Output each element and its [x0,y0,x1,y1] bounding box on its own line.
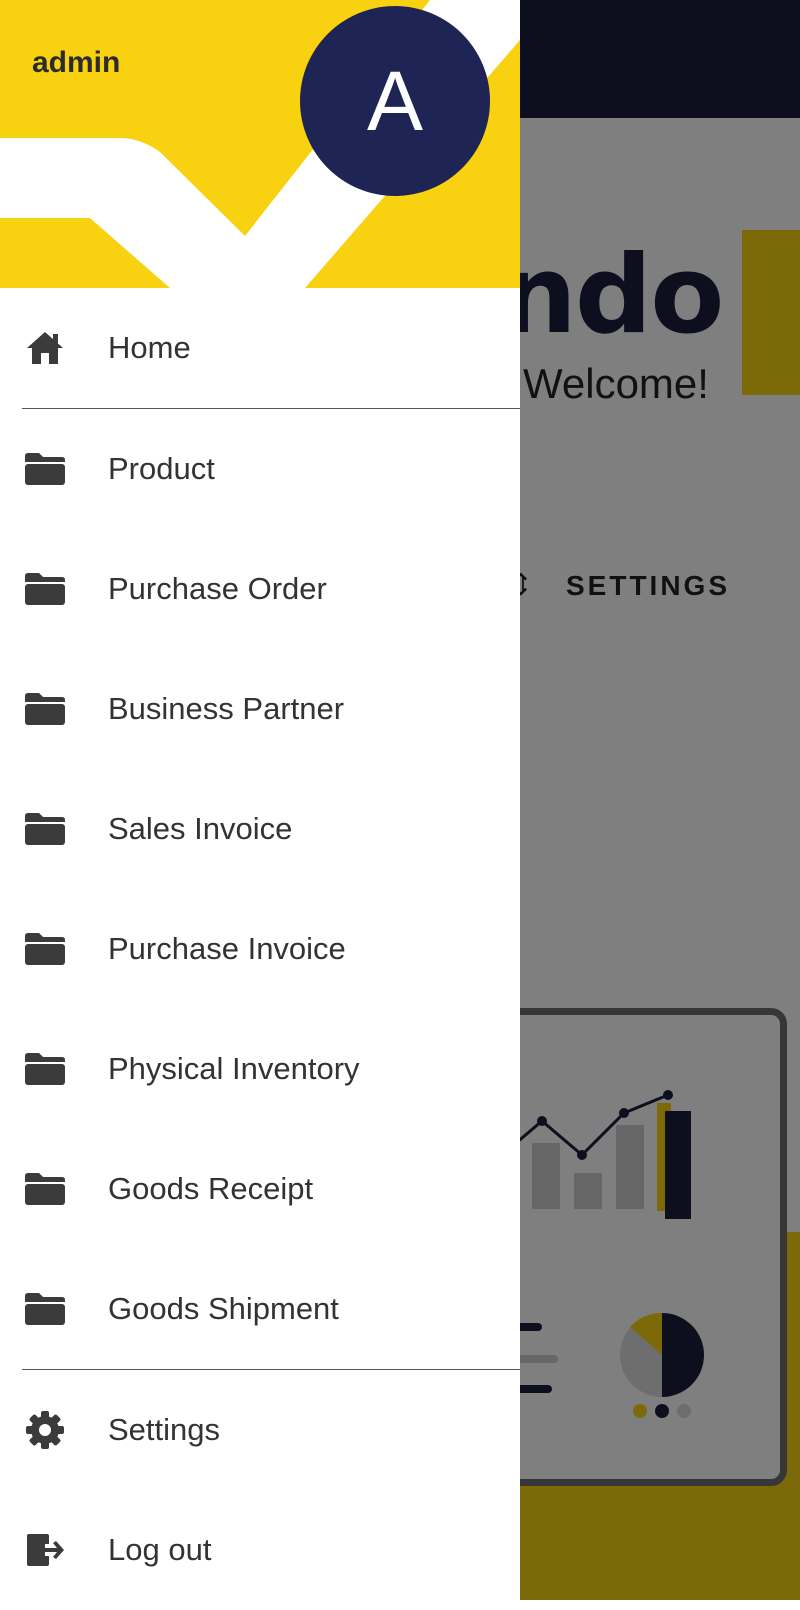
drawer-header: admin A [0,0,520,288]
menu-item-goods-receipt[interactable]: Goods Receipt [0,1129,520,1249]
menu-item-label: Log out [108,1532,212,1567]
menu-item-label: Goods Shipment [108,1291,339,1326]
menu-item-goods-shipment[interactable]: Goods Shipment [0,1249,520,1369]
menu-item-label: Goods Receipt [108,1171,314,1206]
menu-item-logout[interactable]: Log out [0,1490,520,1610]
folder-icon [22,686,68,732]
menu-item-physical-inventory[interactable]: Physical Inventory [0,1009,520,1129]
folder-icon [22,1286,68,1332]
menu-item-purchase-invoice[interactable]: Purchase Invoice [0,889,520,1009]
folder-icon [22,1166,68,1212]
menu-item-home[interactable]: Home [0,288,520,408]
menu-item-purchase-order[interactable]: Purchase Order [0,529,520,649]
menu-item-settings[interactable]: Settings [0,1370,520,1490]
menu-item-label: Settings [108,1412,221,1447]
gear-icon [22,1407,68,1453]
menu-item-sales-invoice[interactable]: Sales Invoice [0,769,520,889]
folder-icon [22,806,68,852]
avatar-initial: A [366,54,424,148]
navigation-drawer: admin A Home Product Purchase Order Busi… [0,0,520,1600]
menu-item-label: Purchase Invoice [108,931,346,966]
drawer-menu: Home Product Purchase Order Business Par… [0,288,520,1610]
menu-item-label: Physical Inventory [108,1051,360,1086]
home-icon [22,325,68,371]
drawer-username: admin [32,46,121,79]
menu-item-label: Product [108,451,215,486]
folder-icon [22,446,68,492]
menu-item-business-partner[interactable]: Business Partner [0,649,520,769]
menu-item-label: Business Partner [108,691,345,726]
menu-item-label: Purchase Order [108,571,327,606]
logout-icon [22,1527,68,1573]
avatar[interactable]: A [300,6,490,196]
menu-item-label: Home [108,330,191,365]
folder-icon [22,926,68,972]
folder-icon [22,1046,68,1092]
folder-icon [22,566,68,612]
menu-item-product[interactable]: Product [0,409,520,529]
menu-item-label: Sales Invoice [108,811,293,846]
